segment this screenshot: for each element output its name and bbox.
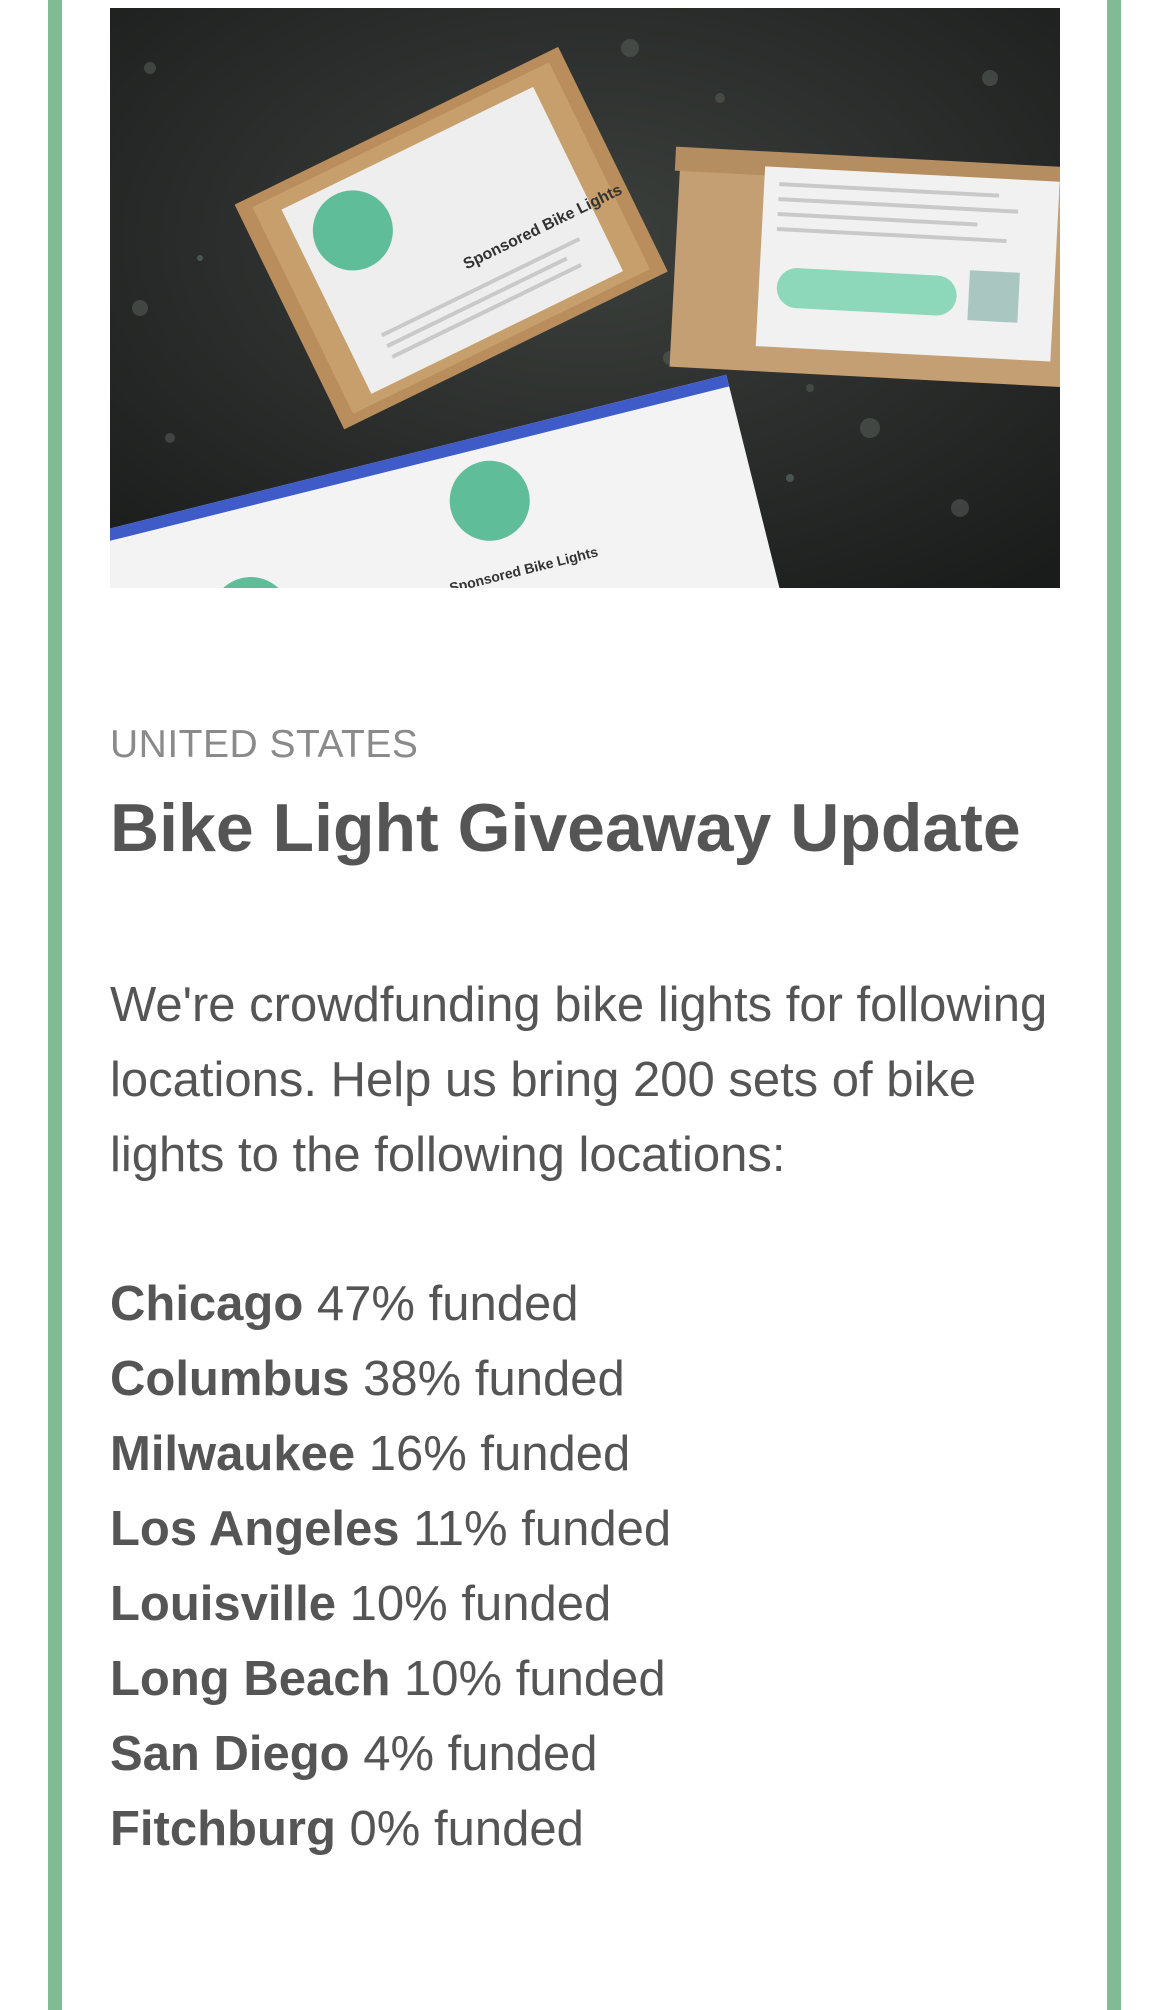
- funding-status: 47% funded: [316, 1276, 579, 1331]
- location-name: San Diego: [110, 1726, 350, 1781]
- list-item: Long Beach 10% funded: [110, 1642, 1060, 1717]
- location-name: Long Beach: [110, 1651, 391, 1706]
- funding-status: 0% funded: [349, 1801, 584, 1856]
- location-name: Chicago: [110, 1276, 304, 1331]
- funding-status: 4% funded: [363, 1726, 598, 1781]
- article-content: Sponsored Bike Lights Sponsored Bike Lig…: [110, 8, 1060, 1867]
- location-name: Fitchburg: [110, 1801, 336, 1856]
- list-item: Chicago 47% funded: [110, 1267, 1060, 1342]
- list-item: Los Angeles 11% funded: [110, 1492, 1060, 1567]
- page: Sponsored Bike Lights Sponsored Bike Lig…: [0, 0, 1170, 2010]
- region-eyebrow: UNITED STATES: [110, 723, 419, 766]
- article-intro: We're crowdfunding bike lights for follo…: [110, 977, 1048, 1182]
- list-item: Louisville 10% funded: [110, 1567, 1060, 1642]
- location-name: Los Angeles: [110, 1501, 400, 1556]
- list-item: Columbus 38% funded: [110, 1342, 1060, 1417]
- article-title: Bike Light Giveaway Update: [110, 789, 1021, 866]
- hero-photo: Sponsored Bike Lights Sponsored Bike Lig…: [110, 8, 1060, 588]
- location-name: Milwaukee: [110, 1426, 356, 1481]
- funding-status: 10% funded: [404, 1651, 666, 1706]
- funding-status: 16% funded: [368, 1426, 631, 1481]
- location-name: Louisville: [110, 1576, 337, 1631]
- funding-status: 10% funded: [349, 1576, 612, 1631]
- list-item: Milwaukee 16% funded: [110, 1417, 1060, 1492]
- right-accent-border: [1107, 0, 1121, 2010]
- funding-status: 38% funded: [363, 1351, 625, 1406]
- location-name: Columbus: [110, 1351, 350, 1406]
- funding-status: 11% funded: [413, 1501, 672, 1556]
- left-accent-border: [48, 0, 62, 2010]
- list-item: Fitchburg 0% funded: [110, 1792, 1060, 1867]
- list-item: San Diego 4% funded: [110, 1717, 1060, 1792]
- location-list: Chicago 47% funded Columbus 38% funded M…: [110, 1267, 1060, 1867]
- hero-photo-illustration: Sponsored Bike Lights Sponsored Bike Lig…: [110, 8, 1060, 588]
